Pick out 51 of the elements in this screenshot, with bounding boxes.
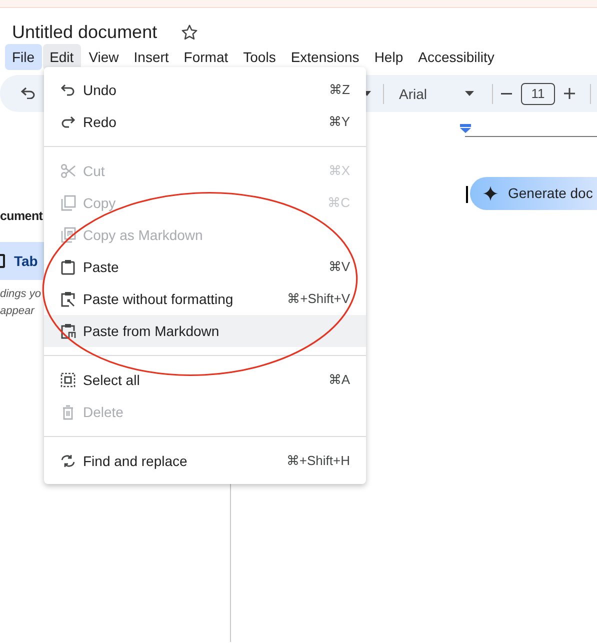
indent-marker-icon[interactable]	[460, 124, 471, 133]
clipboard-cursor-icon	[60, 291, 76, 307]
shortcut-text: ⌘Z	[329, 81, 350, 100]
hint-text: dings yo	[0, 287, 41, 302]
copy-markdown-icon	[60, 227, 76, 243]
menu-item[interactable]: Paste ⌘V	[44, 251, 366, 283]
hint-text: appear	[0, 304, 34, 319]
menu-item[interactable]: Undo ⌘Z	[44, 74, 366, 106]
menu-item[interactable]: Select all ⌘A	[44, 364, 366, 396]
menu-item[interactable]: Redo ⌘Y	[44, 106, 366, 138]
select-all-icon	[60, 372, 76, 388]
menu-item[interactable]: Help	[367, 44, 410, 70]
menu-item[interactable]: Accessibility	[411, 44, 502, 70]
find-replace-icon	[60, 453, 76, 469]
undo-icon[interactable]	[21, 87, 35, 99]
document-title[interactable]: Untitled document	[12, 20, 158, 44]
plus-icon[interactable]	[564, 88, 575, 99]
menu-item[interactable]: Extensions	[284, 44, 366, 70]
star-icon[interactable]	[181, 24, 198, 40]
minus-icon[interactable]	[501, 93, 512, 95]
generate-document-button[interactable]: Generate doc	[470, 177, 597, 210]
menu-item[interactable]: Insert	[126, 44, 176, 70]
panel-heading: cument	[0, 208, 43, 225]
menu-item[interactable]: Find and replace ⌘+Shift+H	[44, 445, 366, 477]
menu-item[interactable]: View	[82, 44, 126, 70]
text-cursor	[466, 186, 468, 203]
copy-icon	[60, 195, 76, 211]
shortcut-text: ⌘V	[328, 258, 350, 276]
shortcut-text: ⌘+Shift+H	[286, 452, 350, 470]
shortcut-text: ⌘C	[328, 194, 350, 212]
menu-item[interactable]: Edit	[42, 44, 81, 70]
trash-icon	[60, 404, 76, 420]
clipboard-icon	[60, 259, 76, 275]
menu-item[interactable]: Format	[176, 44, 236, 70]
font-dropdown[interactable]: Arial	[399, 84, 428, 104]
menu-item[interactable]: Paste from Markdown	[44, 315, 366, 347]
menu-item[interactable]: File	[5, 44, 42, 70]
tab-icon	[0, 254, 5, 268]
font-size-field[interactable]: 11	[521, 83, 555, 105]
clipboard-markdown-icon	[60, 323, 76, 339]
shortcut-text: ⌘Y	[328, 113, 350, 132]
shortcut-text: ⌘A	[328, 371, 350, 390]
shortcut-text: ⌘X	[328, 162, 350, 180]
caret-icon[interactable]	[465, 91, 474, 96]
sparkle-icon	[483, 186, 498, 201]
undo-icon	[60, 82, 76, 98]
menu-item[interactable]: Tools	[236, 44, 283, 70]
shortcut-text: ⌘+Shift+V	[287, 290, 350, 308]
redo-icon	[60, 114, 76, 130]
menu-item[interactable]: Paste without formatting ⌘+Shift+V	[44, 283, 366, 315]
scissors-icon	[60, 163, 76, 179]
